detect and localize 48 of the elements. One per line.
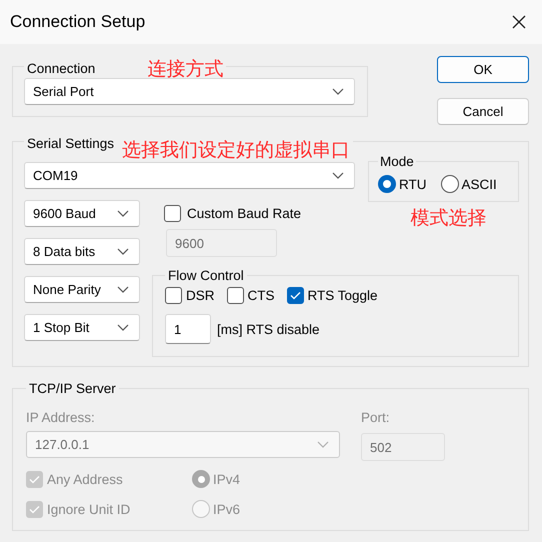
dropdown[interactable]: 1 Stop Bit — [24, 314, 140, 341]
checkbox[interactable] — [165, 287, 182, 304]
field-label: [ms] RTS disable — [217, 322, 320, 336]
dialog-button[interactable]: OK — [437, 56, 529, 83]
checkbox[interactable] — [286, 287, 304, 304]
group-label: Connection — [27, 61, 96, 76]
dropdown[interactable]: None Parity — [24, 276, 140, 303]
radio-label: IPv4 — [213, 472, 240, 486]
checkbox-label: Custom Baud Rate — [187, 206, 302, 221]
dropdown[interactable]: 8 Data bits — [24, 238, 140, 265]
annotation-text: 模式选择 — [410, 209, 486, 229]
group-label: Flow Control — [168, 268, 244, 283]
group-label: Serial Settings — [27, 136, 114, 151]
radio-label: RTU — [399, 176, 427, 192]
close-icon[interactable] — [512, 15, 526, 29]
field-label: Port: — [361, 410, 391, 425]
checkbox[interactable] — [164, 205, 181, 222]
dropdown[interactable]: COM19 — [24, 162, 355, 189]
chevron-down-icon — [332, 172, 344, 179]
group-label: TCP/IP Server — [29, 381, 116, 396]
field-label: IP Address: — [26, 410, 96, 425]
checkbox[interactable] — [226, 287, 244, 304]
chevron-down-icon — [117, 248, 129, 255]
chevron-down-icon — [117, 286, 129, 293]
checkbox-label: RTS Toggle — [308, 288, 378, 303]
chevron-down-icon — [332, 88, 344, 95]
checkbox-label: CTS — [248, 288, 275, 303]
dropdown[interactable]: Serial Port — [24, 78, 355, 105]
radio-button[interactable] — [378, 175, 396, 193]
checkbox-label: Any Address — [47, 472, 123, 486]
radio-label: ASCII — [462, 176, 497, 192]
window-title: Connection Setup — [10, 12, 146, 32]
check-icon — [29, 504, 40, 514]
checkbox-label: DSR — [186, 288, 215, 303]
chevron-down-icon — [117, 324, 129, 331]
annotation-text: 连接方式 — [147, 60, 224, 80]
chevron-down-icon — [317, 441, 329, 448]
dialog-button[interactable]: Cancel — [437, 98, 529, 125]
group-label: Mode — [380, 154, 414, 169]
chevron-down-icon — [117, 210, 129, 217]
annotation-text: 选择我们设定好的虚拟串口 — [122, 141, 350, 161]
input-field[interactable]: 1 — [165, 314, 211, 344]
radio-button[interactable] — [440, 175, 459, 193]
check-icon — [29, 474, 40, 484]
radio-label: IPv6 — [213, 502, 240, 516]
dropdown[interactable]: 9600 Baud — [24, 200, 140, 227]
checkbox-label: Ignore Unit ID — [47, 502, 130, 516]
check-icon — [290, 291, 301, 300]
